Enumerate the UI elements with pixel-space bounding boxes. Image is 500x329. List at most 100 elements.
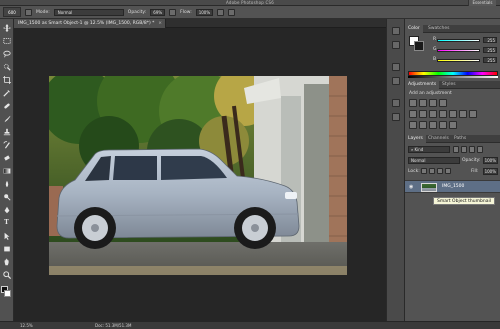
marquee-tool-icon[interactable] xyxy=(2,36,11,45)
tab-paths[interactable]: Paths xyxy=(451,135,469,143)
brush-panel-icon[interactable] xyxy=(392,63,400,71)
type-tool-icon[interactable]: T xyxy=(2,218,11,227)
shape-tool-icon[interactable] xyxy=(2,244,11,253)
blue-channel-slider[interactable] xyxy=(437,59,480,62)
tab-channels[interactable]: Channels xyxy=(425,135,452,143)
gradient-map-icon[interactable] xyxy=(439,121,447,129)
lasso-tool-icon[interactable] xyxy=(2,49,11,58)
dodge-tool-icon[interactable] xyxy=(2,192,11,201)
clone-stamp-tool-icon[interactable] xyxy=(2,127,11,136)
crop-tool-icon[interactable] xyxy=(2,75,11,84)
clone-source-panel-icon[interactable] xyxy=(392,77,400,85)
right-panel-dock: Color Swatches R 255 G 255 B 255 Adjustm… xyxy=(405,19,500,321)
exposure-icon[interactable] xyxy=(439,99,447,107)
brush-tool-icon[interactable] xyxy=(2,114,11,123)
move-tool-icon[interactable] xyxy=(2,23,11,32)
invert-icon[interactable] xyxy=(409,121,417,129)
pressure-size-icon[interactable] xyxy=(228,8,236,16)
tab-layers[interactable]: Layers xyxy=(405,135,426,143)
document-image[interactable] xyxy=(49,76,347,275)
curves-icon[interactable] xyxy=(429,99,437,107)
green-channel-value[interactable]: 255 xyxy=(483,47,497,53)
gradient-tool-icon[interactable] xyxy=(2,166,11,175)
flow-field[interactable]: 100% xyxy=(195,8,214,16)
filter-adjustment-layers-icon[interactable] xyxy=(461,146,467,153)
hue-saturation-icon[interactable] xyxy=(419,110,427,118)
filter-pixel-layers-icon[interactable] xyxy=(453,146,459,153)
red-channel-slider[interactable] xyxy=(437,39,480,42)
adjustments-panel-tabs: Adjustments Styles xyxy=(405,81,500,89)
mode-select[interactable]: Normal xyxy=(53,8,124,16)
options-bar: 600 Mode: Normal Opacity: 69% Flow: 100% xyxy=(0,6,500,19)
lock-label: Lock: xyxy=(408,169,420,174)
green-channel-slider[interactable] xyxy=(437,49,480,52)
grayscale-ramp[interactable] xyxy=(408,76,498,78)
smart-object-thumbnail[interactable] xyxy=(421,183,437,192)
properties-panel-icon[interactable] xyxy=(392,41,400,49)
document-tab[interactable]: IMG_1500 as Smart Object-1 @ 12.5% (IMG_… xyxy=(14,19,166,28)
layer-filter-kind-select[interactable]: ⌕ Kind xyxy=(408,146,450,153)
brush-size-value: 600 xyxy=(8,9,16,15)
red-channel-value[interactable]: 255 xyxy=(483,37,497,43)
layer-blend-mode-select[interactable]: Normal xyxy=(408,157,460,164)
tab-swatches[interactable]: Swatches xyxy=(425,25,453,33)
zoom-level-field[interactable]: 12.5% xyxy=(20,323,33,328)
document-tab-label: IMG_1500 as Smart Object-1 @ 12.5% (IMG_… xyxy=(18,21,155,26)
color-lookup-icon[interactable] xyxy=(469,110,477,118)
opacity-field[interactable]: 69% xyxy=(150,8,166,16)
tooltip: Smart Object thumbnail xyxy=(433,197,495,205)
quick-select-tool-icon[interactable] xyxy=(2,62,11,71)
eyedropper-tool-icon[interactable] xyxy=(2,88,11,97)
document-tab-bar: IMG_1500 as Smart Object-1 @ 12.5% (IMG_… xyxy=(14,19,386,28)
filter-type-layers-icon[interactable] xyxy=(469,146,475,153)
filter-shape-layers-icon[interactable] xyxy=(477,146,483,153)
paragraph-panel-icon[interactable] xyxy=(392,113,400,121)
opacity-label: Opacity: xyxy=(127,9,147,15)
vibrance-icon[interactable] xyxy=(409,110,417,118)
blue-channel-value[interactable]: 255 xyxy=(483,57,497,63)
document-size-info[interactable]: Doc: 51.3M/51.3M xyxy=(95,323,131,328)
eraser-tool-icon[interactable] xyxy=(2,153,11,162)
color-panel-background-swatch[interactable] xyxy=(414,41,424,51)
flow-label: Flow: xyxy=(180,9,192,15)
pressure-opacity-icon[interactable] xyxy=(169,8,177,16)
photo-filter-icon[interactable] xyxy=(449,110,457,118)
lock-transparent-icon[interactable] xyxy=(421,168,427,174)
layer-opacity-field[interactable]: 100% xyxy=(483,157,498,164)
layer-row-selected[interactable]: ◉ IMG_1500 xyxy=(405,180,500,193)
blur-tool-icon[interactable] xyxy=(2,179,11,188)
canvas-area[interactable] xyxy=(14,28,386,321)
lock-image-icon[interactable] xyxy=(429,168,435,174)
brush-preset-picker[interactable]: 600 xyxy=(3,7,21,17)
layer-filter-kind-label: Kind xyxy=(414,147,424,152)
layer-name[interactable]: IMG_1500 xyxy=(442,184,464,189)
selective-color-icon[interactable] xyxy=(449,121,457,129)
pen-tool-icon[interactable] xyxy=(2,205,11,214)
history-panel-icon[interactable] xyxy=(392,27,400,35)
posterize-icon[interactable] xyxy=(419,121,427,129)
hand-tool-icon[interactable] xyxy=(2,257,11,266)
history-brush-tool-icon[interactable] xyxy=(2,140,11,149)
tab-styles[interactable]: Styles xyxy=(439,81,459,89)
airbrush-icon[interactable] xyxy=(217,8,225,16)
brush-panel-toggle-icon[interactable] xyxy=(25,8,32,16)
black-white-icon[interactable] xyxy=(439,110,447,118)
channel-mixer-icon[interactable] xyxy=(459,110,467,118)
tab-color[interactable]: Color xyxy=(405,25,423,33)
character-panel-icon[interactable] xyxy=(392,99,400,107)
brightness-contrast-icon[interactable] xyxy=(409,99,417,107)
background-color-swatch[interactable] xyxy=(4,290,11,297)
threshold-icon[interactable] xyxy=(429,121,437,129)
layer-visibility-eye-icon[interactable]: ◉ xyxy=(409,184,413,190)
layer-fill-field[interactable]: 100% xyxy=(483,168,498,175)
levels-icon[interactable] xyxy=(419,99,427,107)
zoom-tool-icon[interactable] xyxy=(2,270,11,279)
collapsed-panels-strip xyxy=(386,19,405,321)
healing-brush-tool-icon[interactable] xyxy=(2,101,11,110)
lock-all-icon[interactable] xyxy=(445,168,451,174)
tab-adjustments[interactable]: Adjustments xyxy=(405,81,440,89)
color-balance-icon[interactable] xyxy=(429,110,437,118)
path-selection-tool-icon[interactable] xyxy=(2,231,11,240)
lock-position-icon[interactable] xyxy=(437,168,443,174)
close-tab-icon[interactable]: × xyxy=(158,19,162,28)
